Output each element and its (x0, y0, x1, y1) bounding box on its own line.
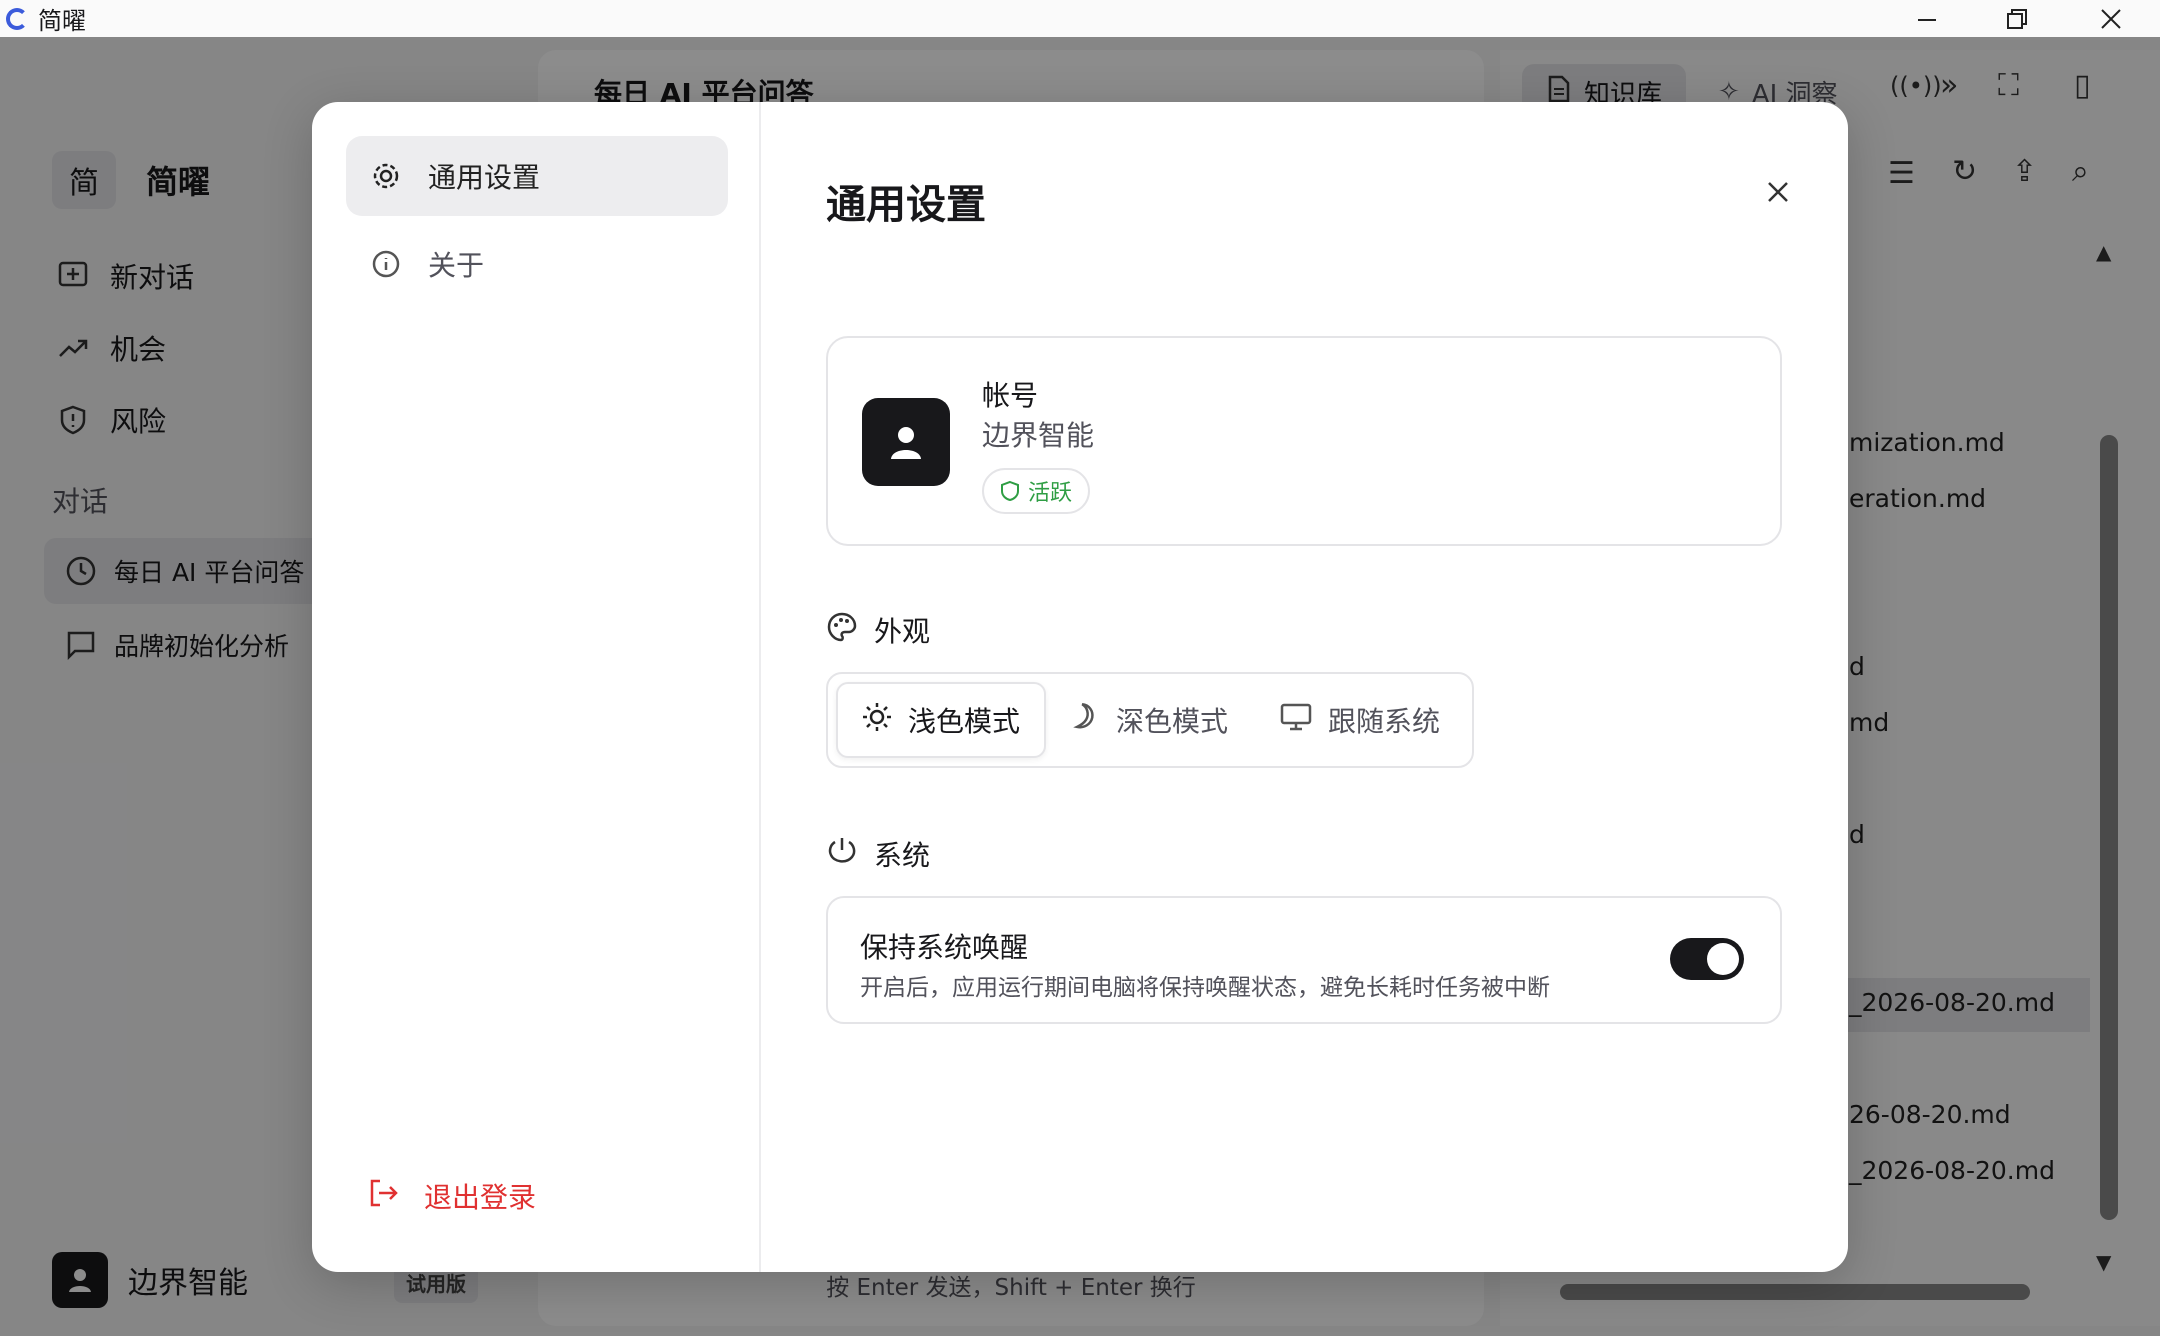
user-icon (891, 427, 921, 459)
restore-button[interactable] (1972, 0, 2062, 37)
theme-option-label: 深色模式 (1116, 705, 1229, 738)
settings-nav-label: 关于 (428, 249, 485, 282)
settings-modal: 通用设置 关于 退出登录 通用设置 帐号 边界智能 活跃 外观 浅色模式 深色模… (312, 102, 1848, 1272)
logout-label: 退出登录 (424, 1181, 537, 1214)
title-bar: 简曜 (0, 0, 2160, 37)
close-modal-button[interactable] (1748, 162, 1808, 222)
minimize-icon (1918, 18, 1936, 21)
gear-icon (370, 160, 402, 192)
avatar (862, 398, 950, 486)
toggle-knob (1707, 943, 1739, 975)
settings-title: 通用设置 (826, 182, 986, 228)
close-window-button[interactable] (2066, 0, 2156, 37)
account-card: 帐号 边界智能 活跃 (826, 336, 1782, 546)
settings-nav-general[interactable]: 通用设置 (346, 136, 728, 216)
moon-icon (1070, 702, 1100, 739)
window-title: 简曜 (38, 7, 86, 35)
keep-awake-toggle[interactable] (1670, 938, 1744, 980)
theme-option-dark[interactable]: 深色模式 (1046, 682, 1252, 758)
sun-icon (862, 702, 892, 739)
logout-button[interactable]: 退出登录 (368, 1176, 536, 1216)
keep-awake-description: 开启后，应用运行期间电脑将保持唤醒状态，避免长耗时任务被中断 (860, 975, 1550, 1001)
info-icon (370, 248, 402, 280)
account-name: 边界智能 (982, 419, 1095, 452)
theme-option-system[interactable]: 跟随系统 (1256, 682, 1464, 758)
status-badge: 活跃 (982, 468, 1091, 514)
logout-icon (368, 1178, 400, 1215)
shield-icon (1001, 480, 1019, 502)
keep-awake-title: 保持系统唤醒 (860, 931, 1029, 964)
restore-icon (2007, 8, 2027, 29)
settings-nav-about[interactable]: 关于 (346, 224, 728, 304)
palette-icon (826, 611, 858, 650)
appearance-heading: 外观 (826, 610, 930, 650)
minimize-button[interactable] (1882, 0, 1972, 37)
close-icon (1768, 182, 1788, 202)
theme-selector: 浅色模式 深色模式 跟随系统 (826, 672, 1474, 768)
system-heading: 系统 (826, 834, 930, 874)
settings-nav: 通用设置 关于 退出登录 (312, 102, 761, 1272)
keep-awake-setting: 保持系统唤醒 开启后，应用运行期间电脑将保持唤醒状态，避免长耗时任务被中断 (826, 896, 1782, 1024)
theme-option-light[interactable]: 浅色模式 (836, 682, 1047, 758)
account-label: 帐号 (982, 379, 1039, 412)
app-logo-icon (6, 7, 28, 30)
section-title: 外观 (874, 615, 931, 648)
section-title: 系统 (874, 839, 931, 872)
settings-nav-label: 通用设置 (428, 161, 541, 194)
theme-option-label: 跟随系统 (1328, 705, 1441, 738)
close-icon (2101, 8, 2121, 29)
power-icon (826, 835, 858, 874)
monitor-icon (1280, 702, 1312, 739)
theme-option-label: 浅色模式 (908, 705, 1021, 738)
status-label: 活跃 (1028, 481, 1073, 506)
